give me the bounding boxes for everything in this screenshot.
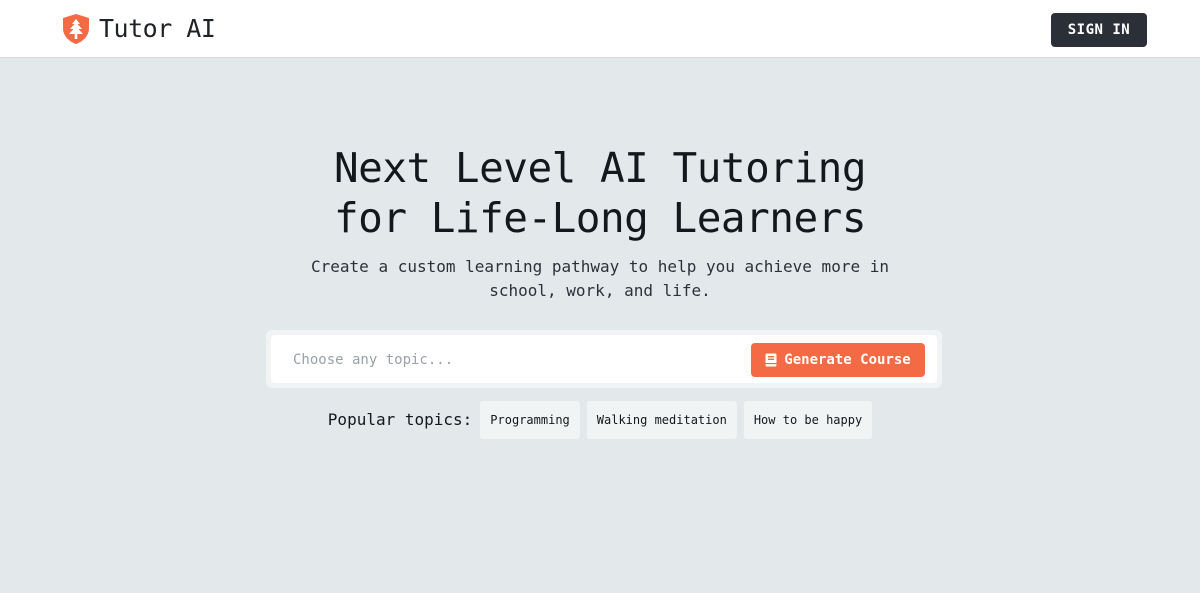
topic-search-card: Generate Course [266,330,942,388]
headline-line-2: for Life-Long Learners [333,194,867,242]
subtitle-line-2: school, work, and life. [489,281,711,300]
popular-topics-label: Popular topics: [327,410,473,429]
book-icon [765,353,777,367]
page-title: Next Level AI Tutoring for Life-Long Lea… [0,143,1200,243]
topic-chip-how-to-be-happy[interactable]: How to be happy [743,401,873,439]
topic-search-box: Generate Course [271,335,937,383]
popular-topics: Popular topics: Programming Walking medi… [0,401,1200,439]
topic-chip-walking-meditation[interactable]: Walking meditation [586,401,737,439]
topic-chip-programming[interactable]: Programming [480,401,580,439]
topic-search-input[interactable] [291,343,745,377]
shield-tree-icon [63,14,89,44]
brand-name: Tutor AI [99,14,216,43]
page-subtitle: Create a custom learning pathway to help… [0,255,1200,303]
subtitle-line-1: Create a custom learning pathway to help… [311,257,889,276]
top-nav: Tutor AI SIGN IN [0,0,1200,58]
headline-line-1: Next Level AI Tutoring [333,144,867,192]
generate-course-button[interactable]: Generate Course [751,343,925,377]
brand-logo-link[interactable]: Tutor AI [61,13,216,45]
generate-course-label: Generate Course [784,352,911,368]
sign-in-button[interactable]: SIGN IN [1051,13,1147,47]
hero-section [0,58,1200,593]
page-footer-edge [0,593,1200,600]
